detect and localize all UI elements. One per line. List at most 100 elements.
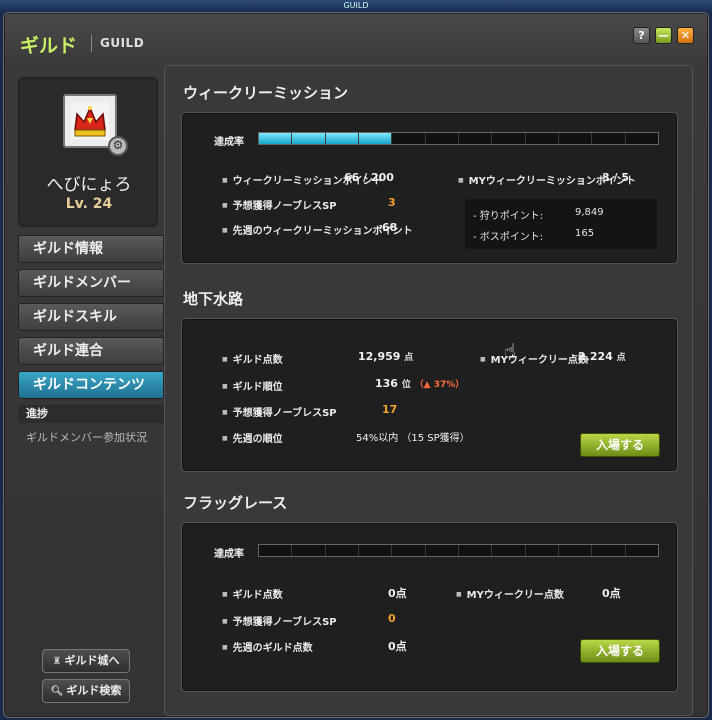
menu-item-guild-contents[interactable]: ギルドコンテンツ — [18, 371, 164, 399]
weekly-progress-segment — [492, 133, 526, 144]
weekly-progress-segment — [526, 133, 559, 144]
menu-item-guild-skill[interactable]: ギルドスキル — [18, 303, 164, 331]
weekly-progress-bar — [258, 132, 659, 145]
flag-race-title: フラッグレース — [183, 494, 288, 512]
crown-icon — [71, 102, 109, 140]
window-title-en: GUILD — [100, 36, 145, 50]
flag-progress-segment — [259, 545, 293, 556]
flag-progress-segment — [326, 545, 359, 556]
hand-cursor-icon: ☝ — [504, 339, 517, 363]
guild-search-button[interactable]: 🔍︎ ギルド検索 — [42, 679, 130, 703]
guild-contents-panel: ウィークリーミッション 達成率 ウィークリーミッションポイント 66 / 200… — [164, 65, 693, 716]
hunt-point-label: - 狩りポイント: — [473, 211, 544, 222]
search-icon: 🔍︎ — [50, 686, 64, 697]
underground-enter-button[interactable]: 入場する — [580, 433, 660, 457]
flag-my-weekly-label: MYウィークリー点数 — [456, 586, 564, 601]
flag-enter-button[interactable]: 入場する — [580, 639, 660, 663]
flag-progress-segment — [359, 545, 393, 556]
submenu-header: 進捗 — [18, 405, 164, 423]
weekly-mission-title: ウィークリーミッション — [183, 84, 349, 102]
underground-score-unit: 点 — [404, 353, 414, 363]
guild-rank-number: 136 — [375, 377, 398, 390]
weekly-sp-label: 予想獲得ノーブレスSP — [222, 197, 337, 212]
flag-progress-segment — [526, 545, 559, 556]
weekly-progress-segment — [626, 133, 658, 144]
underground-score-number: 12,959 — [358, 350, 401, 363]
flag-progress-segment — [626, 545, 658, 556]
last-rank-value: 54%以内 （15 SP獲得） — [356, 433, 470, 444]
flag-last-score-label: 先週のギルド点数 — [222, 639, 313, 654]
weekly-point-value: 66 / 200 — [344, 171, 394, 184]
flag-last-score-value: 0点 — [388, 640, 407, 653]
flag-progress-segment — [492, 545, 526, 556]
underground-panel: ギルド点数 12,959 点 MYウィークリー点数 2,224 点 ギルド順位 … — [181, 318, 678, 472]
hunt-point-value: 9,849 — [575, 207, 604, 218]
flag-progress-segment — [459, 545, 493, 556]
flag-progress-segment — [392, 545, 426, 556]
character-level: Lv. 24 — [65, 196, 113, 212]
flag-my-weekly-value: 0点 — [602, 587, 621, 600]
submenu-item-member-participation[interactable]: ギルドメンバー参加状況 — [26, 429, 147, 445]
weekly-progress-segment — [292, 133, 326, 144]
guild-window: ギルド GUILD ? — ✕ ⚙ へびにょろ Lv. 24 ギルド情報 ギルド… — [3, 12, 709, 718]
menu-item-guild-members[interactable]: ギルドメンバー — [18, 269, 164, 297]
my-weekly-score-label: MYウィークリー点数 — [480, 351, 588, 366]
underground-title: 地下水路 — [183, 290, 244, 308]
flag-sp-label: 予想獲得ノーブレスSP — [222, 613, 337, 628]
minimize-button[interactable]: — — [655, 27, 672, 44]
underground-sp-label: 予想獲得ノーブレスSP — [222, 404, 337, 419]
weekly-progress-segment — [592, 133, 626, 144]
guild-rank-label: ギルド順位 — [222, 378, 283, 393]
boss-point-value: 165 — [575, 228, 595, 239]
last-rank-label: 先週の順位 — [222, 430, 283, 445]
guild-menu: ギルド情報 ギルドメンバー ギルドスキル ギルド連合 ギルドコンテンツ — [18, 235, 164, 405]
flag-race-panel: 達成率 ギルド点数 0点 MYウィークリー点数 0点 予想獲得ノーブレスSP 0… — [181, 522, 678, 692]
my-weekly-point-value: 3 / 5 — [602, 171, 629, 184]
flag-progress-segment — [559, 545, 593, 556]
flag-progress-segment — [592, 545, 626, 556]
weekly-progress-segment — [459, 133, 493, 144]
flag-score-label: ギルド点数 — [222, 586, 283, 601]
weekly-progress-segment — [392, 133, 426, 144]
flag-progress-segment — [292, 545, 326, 556]
boss-point-label: - ボスポイント: — [473, 232, 544, 243]
weekly-progress-segment — [325, 133, 359, 144]
weekly-progress-segment — [426, 133, 459, 144]
guild-search-label: ギルド検索 — [66, 684, 122, 697]
flag-rate-label: 達成率 — [214, 549, 244, 560]
my-weekly-score-number: 2,224 — [578, 350, 613, 363]
window-title: ギルド — [20, 35, 78, 57]
guild-castle-button[interactable]: ♜ ギルド城へ — [42, 649, 130, 673]
guild-profile-card: ⚙ へびにょろ Lv. 24 — [18, 77, 158, 227]
guild-rank-unit: 位 — [401, 380, 411, 390]
guild-rank-change: （▲ 37%） — [414, 380, 465, 390]
underground-sp-value: 17 — [382, 403, 398, 416]
my-weekly-score-unit: 点 — [616, 353, 626, 363]
flag-score-value: 0点 — [388, 587, 407, 600]
menu-item-guild-alliance[interactable]: ギルド連合 — [18, 337, 164, 365]
weekly-progress-segment — [259, 133, 293, 144]
help-button[interactable]: ? — [633, 27, 650, 44]
os-title-bar: GUILD — [0, 0, 712, 12]
castle-icon: ♜ — [52, 656, 62, 667]
guild-castle-label: ギルド城へ — [64, 654, 120, 667]
weekly-progress-segment — [358, 133, 393, 144]
character-name: へびにょろ — [46, 175, 132, 195]
weekly-sp-value: 3 — [388, 196, 396, 209]
gear-icon[interactable]: ⚙ — [108, 136, 128, 156]
my-weekly-score-value: 2,224 点 — [578, 350, 626, 363]
title-divider — [91, 35, 92, 52]
flag-progress-bar — [258, 544, 659, 557]
weekly-mission-panel: 達成率 ウィークリーミッションポイント 66 / 200 MYウィークリーミッシ… — [181, 112, 678, 264]
flag-sp-value: 0 — [388, 612, 396, 625]
menu-item-guild-info[interactable]: ギルド情報 — [18, 235, 164, 263]
close-button[interactable]: ✕ — [677, 27, 694, 44]
weekly-rate-label: 達成率 — [214, 137, 244, 148]
flag-progress-segment — [426, 545, 459, 556]
weekly-progress-segment — [559, 133, 593, 144]
guild-rank-value: 136 位 （▲ 37%） — [375, 377, 464, 390]
underground-score-label: ギルド点数 — [222, 351, 283, 366]
point-breakdown-box: - 狩りポイント: 9,849 - ボスポイント: 165 — [465, 199, 657, 249]
last-week-point-value: 68 — [382, 221, 398, 234]
underground-score-value: 12,959 点 — [358, 350, 413, 363]
